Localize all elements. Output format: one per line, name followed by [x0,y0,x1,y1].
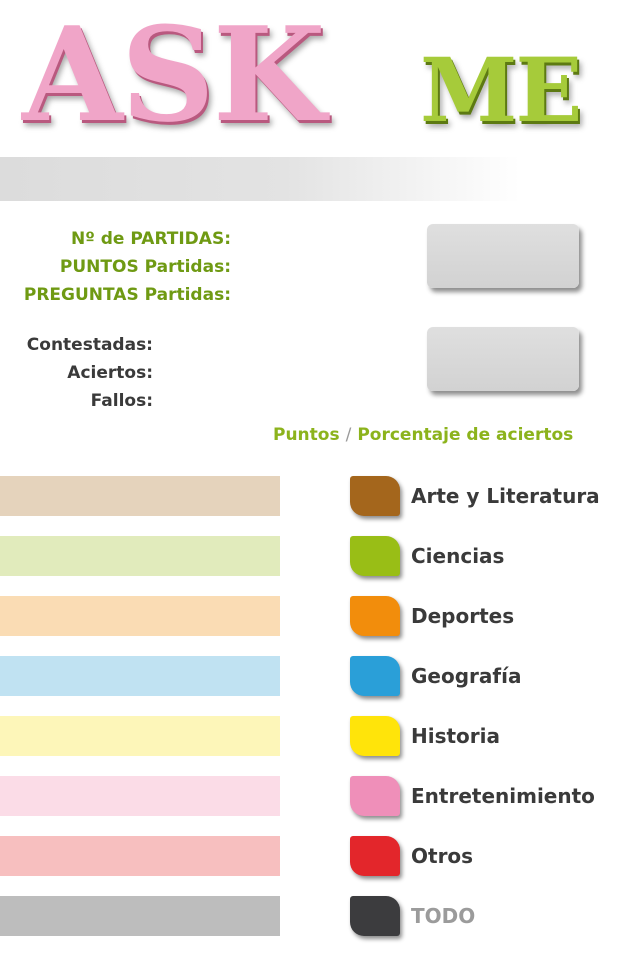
legend-puntos: Puntos [273,425,340,445]
category-button-arte-y-literatura[interactable] [350,476,400,516]
category-label-todo[interactable]: TODO [411,904,475,928]
category-label-ciencias[interactable]: Ciencias [411,544,504,568]
preguntas-partidas-label: PREGUNTAS Partidas: [23,285,231,305]
partidas-label: Nº de PARTIDAS: [71,229,231,249]
category-label-arte-y-literatura[interactable]: Arte y Literatura [411,484,600,508]
logo-me-text: ME [420,38,582,142]
category-button-todo[interactable] [350,896,400,936]
legend-porcentaje: Porcentaje de aciertos [357,425,574,445]
answers-stats-box [427,327,579,391]
category-button-geografia[interactable] [350,656,400,696]
contestadas-label: Contestadas: [26,335,153,355]
chart-legend: Puntos / Porcentaje de aciertos [273,425,573,445]
category-progress-bar-ciencias [0,536,280,576]
category-progress-bar-otros [0,836,280,876]
legend-separator: / [345,425,352,445]
aciertos-label: Aciertos: [67,363,153,383]
logo-ask-text: ASK [22,0,326,151]
category-progress-bar-todo [0,896,280,936]
puntos-partidas-label: PUNTOS Partidas: [59,257,231,277]
category-progress-bar-geografia [0,656,280,696]
category-button-deportes[interactable] [350,596,400,636]
category-progress-bar-arte-y-literatura [0,476,280,516]
category-button-ciencias[interactable] [350,536,400,576]
fallos-label: Fallos: [90,391,153,411]
category-label-historia[interactable]: Historia [411,724,500,748]
partidas-stats-box [427,224,579,288]
category-progress-bar-historia [0,716,280,756]
category-label-geografia[interactable]: Geografía [411,664,521,688]
category-label-otros[interactable]: Otros [411,844,473,868]
category-progress-bar-entretenimiento [0,776,280,816]
category-button-historia[interactable] [350,716,400,756]
category-progress-bar-deportes [0,596,280,636]
category-button-otros[interactable] [350,836,400,876]
category-button-entretenimiento[interactable] [350,776,400,816]
category-label-entretenimiento[interactable]: Entretenimiento [411,784,595,808]
category-label-deportes[interactable]: Deportes [411,604,514,628]
header-divider-bar [0,157,520,201]
